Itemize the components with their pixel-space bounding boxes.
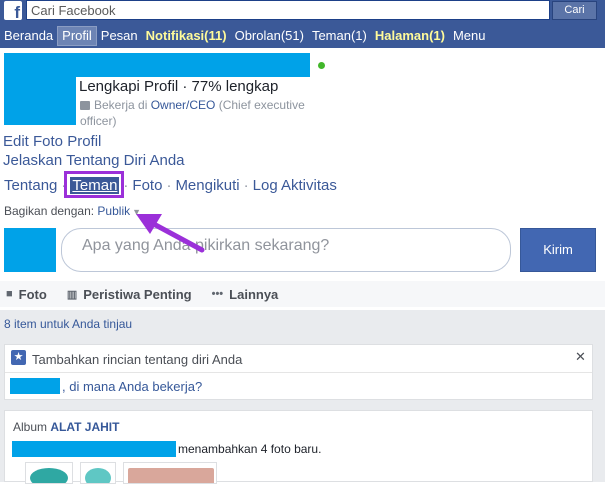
profile-name-redacted[interactable] [76, 53, 310, 77]
album-line: Album ALAT JAHIT [13, 420, 119, 434]
nav-messages[interactable]: Pesan [97, 27, 142, 45]
more-icon: ••• [211, 288, 224, 300]
more-action-label: Lainnya [229, 286, 279, 302]
online-status-icon [318, 62, 325, 69]
tab-separator: · [243, 177, 249, 194]
tab-activity-log[interactable]: Log Aktivitas [253, 177, 337, 194]
tab-about[interactable]: Tentang [4, 177, 57, 194]
album-photo-thumbnail[interactable] [123, 462, 217, 484]
album-card: Album ALAT JAHIT menambahkan 4 foto baru… [4, 410, 593, 484]
work-info: Bekerja di Owner/CEO (Chief executive of… [80, 97, 330, 129]
tab-following[interactable]: Mengikuti [175, 177, 239, 194]
search-input[interactable]: Cari Facebook [26, 0, 550, 20]
profile-details-card: ★ Tambahkan rincian tentang diri Anda ✕ … [4, 344, 593, 400]
name-redacted [12, 441, 176, 457]
post-button[interactable]: Kirim [520, 228, 596, 272]
camera-icon: ■ [6, 288, 13, 300]
composer-avatar [4, 228, 56, 272]
annotation-arrow [136, 214, 205, 253]
nav-profile[interactable]: Profil [57, 26, 97, 46]
profile-tabs: Tentang · Teman · Foto · Mengikuti · Log… [4, 177, 337, 194]
complete-profile-link[interactable]: Lengkapi Profil · 77% lengkap [79, 78, 278, 95]
life-event-action-label: Peristiwa Penting [83, 286, 192, 302]
tab-separator: · [166, 177, 172, 194]
card-title: Tambahkan rincian tentang diri Anda [32, 352, 243, 367]
card-header: ★ Tambahkan rincian tentang diri Anda ✕ [5, 345, 592, 373]
nav-home[interactable]: Beranda [0, 27, 57, 45]
nav-notifications[interactable]: Notifikasi(11) [142, 27, 231, 45]
edit-profile-photo-link[interactable]: Edit Foto Profil [3, 133, 101, 150]
profile-avatar[interactable] [4, 53, 76, 125]
life-event-action[interactable]: ▥ Peristiwa Penting [67, 287, 192, 302]
tab-photos[interactable]: Foto [132, 177, 162, 194]
album-photo-thumbnail[interactable] [80, 462, 116, 484]
more-action[interactable]: ••• Lainnya [212, 287, 279, 302]
work-question-link[interactable]: , di mana Anda bekerja? [62, 379, 202, 394]
composer-actions: ■ Foto ▥ Peristiwa Penting ••• Lainnya [0, 281, 605, 307]
card-body[interactable]: , di mana Anda bekerja? [5, 374, 592, 400]
album-name-link[interactable]: ALAT JAHIT [50, 420, 119, 434]
highlight-box [64, 171, 124, 198]
album-added-text: menambahkan 4 foto baru. [178, 442, 322, 456]
nav-friends[interactable]: Teman(1) [308, 27, 371, 45]
review-count-link[interactable]: 8 item untuk Anda tinjau [4, 317, 132, 331]
work-role-link[interactable]: Owner/CEO [151, 98, 216, 112]
nav-menu[interactable]: Menu [449, 27, 490, 45]
work-prefix: Bekerja di [94, 98, 151, 112]
search-button[interactable]: Cari [552, 1, 597, 20]
describe-yourself-link[interactable]: Jelaskan Tentang Diri Anda [3, 152, 185, 169]
album-label: Album [13, 420, 51, 434]
photo-action-label: Foto [18, 286, 47, 302]
book-icon: ▥ [66, 288, 78, 301]
share-with-label: Bagikan dengan: [4, 204, 95, 218]
nav-pages[interactable]: Halaman(1) [371, 27, 449, 45]
name-redacted [10, 378, 60, 394]
nav-chat[interactable]: Obrolan(51) [231, 27, 308, 45]
facebook-logo[interactable]: f [4, 1, 22, 20]
main-nav: Beranda Profil Pesan Notifikasi(11) Obro… [0, 26, 489, 46]
close-icon[interactable]: ✕ [575, 349, 586, 365]
star-icon: ★ [11, 350, 26, 365]
album-photo-thumbnail[interactable] [25, 462, 73, 484]
briefcase-icon [80, 101, 90, 110]
arrow-shaft [147, 219, 205, 253]
photo-action[interactable]: ■ Foto [6, 287, 47, 302]
